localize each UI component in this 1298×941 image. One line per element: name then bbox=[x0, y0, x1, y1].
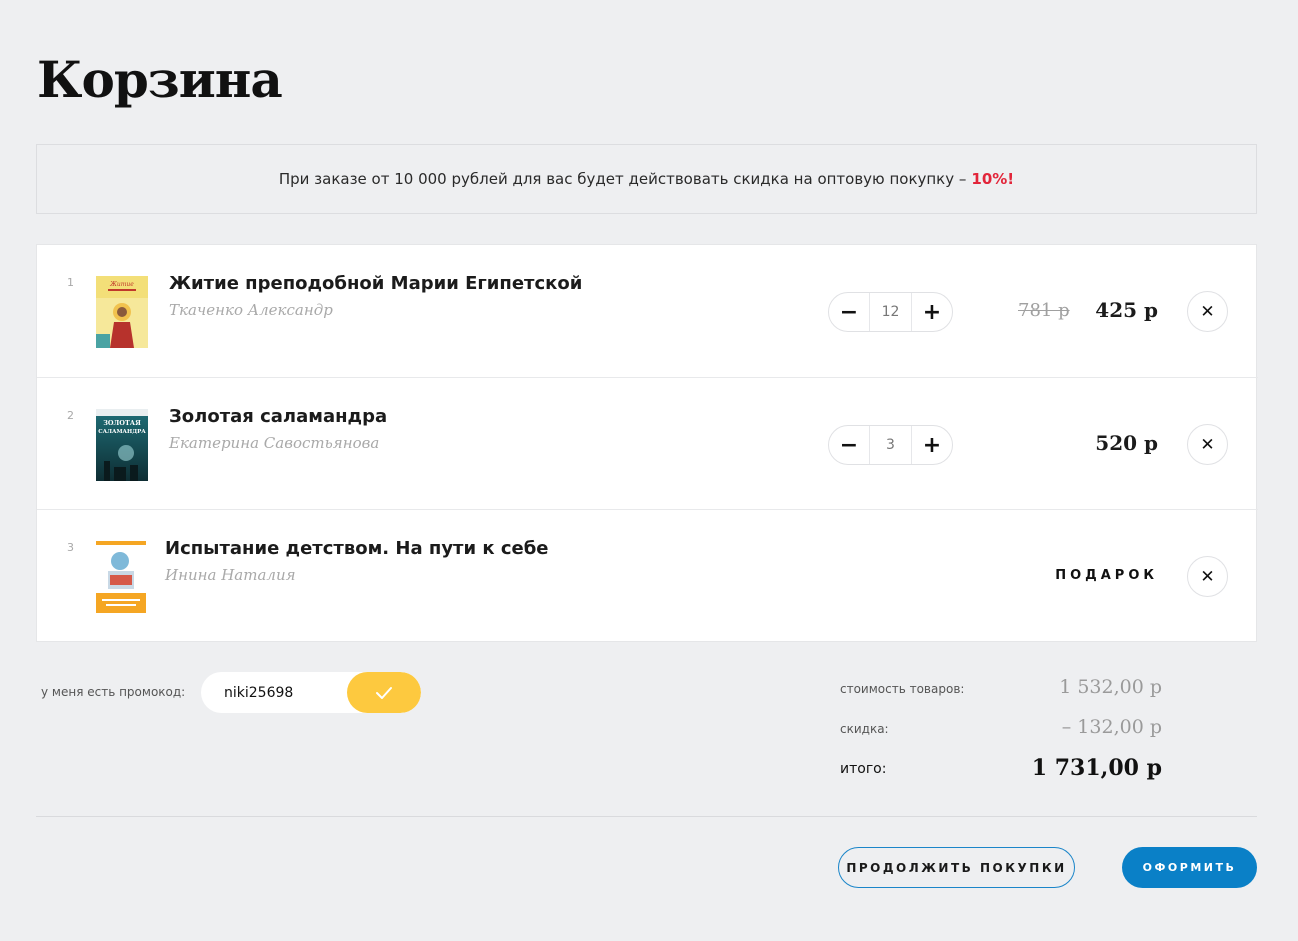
remove-item-button[interactable]: ✕ bbox=[1187, 291, 1228, 332]
item-author: Инина Наталия bbox=[165, 566, 296, 584]
book-cover[interactable]: Житие bbox=[96, 276, 148, 348]
promo-code-field bbox=[201, 672, 421, 713]
close-icon: ✕ bbox=[1200, 434, 1215, 455]
banner-text: При заказе от 10 000 рублей для вас буде… bbox=[278, 170, 967, 188]
subtotal-label: стоимость товаров: bbox=[840, 682, 965, 696]
close-icon: ✕ bbox=[1200, 566, 1215, 587]
item-index: 1 bbox=[67, 276, 74, 289]
quantity-value[interactable]: 3 bbox=[869, 426, 912, 464]
divider bbox=[36, 816, 1257, 817]
item-index: 2 bbox=[67, 409, 74, 422]
subtotal-value: 1 532,00 р bbox=[1059, 676, 1162, 698]
decrease-quantity-button[interactable]: − bbox=[829, 426, 869, 464]
quantity-stepper: − 3 + bbox=[828, 425, 953, 465]
item-title[interactable]: Золотая саламандра bbox=[169, 406, 387, 427]
cart-item: 3 Испытание детством. На пути к себе Ини… bbox=[37, 509, 1258, 641]
page-title: Корзина bbox=[37, 50, 283, 109]
cart-list: 1 Житие Житие преподобной Марии Египетск… bbox=[36, 244, 1258, 642]
total-label: итого: bbox=[840, 761, 887, 777]
apply-promo-button[interactable] bbox=[347, 672, 421, 713]
promo-code-input[interactable] bbox=[201, 672, 351, 713]
quantity-value[interactable]: 12 bbox=[869, 293, 912, 331]
increase-quantity-button[interactable]: + bbox=[912, 426, 952, 464]
increase-quantity-button[interactable]: + bbox=[912, 293, 952, 331]
item-title[interactable]: Житие преподобной Марии Египетской bbox=[169, 273, 582, 294]
continue-shopping-button[interactable]: ПРОДОЛЖИТЬ ПОКУПКИ bbox=[838, 847, 1075, 888]
total-value: 1 731,00 р bbox=[1031, 755, 1162, 781]
item-price: 425 р bbox=[1095, 298, 1158, 322]
banner-discount-value: 10%! bbox=[971, 170, 1015, 188]
discount-banner: При заказе от 10 000 рублей для вас буде… bbox=[36, 144, 1257, 214]
item-author: Екатерина Савостьянова bbox=[169, 434, 380, 452]
svg-text:САЛАМАНДРА: САЛАМАНДРА bbox=[98, 429, 146, 435]
cart-item: 1 Житие Житие преподобной Марии Египетск… bbox=[37, 245, 1258, 377]
item-price: 520 р bbox=[1095, 431, 1158, 455]
decrease-quantity-button[interactable]: − bbox=[829, 293, 869, 331]
old-price: 781 р bbox=[1018, 300, 1070, 321]
cart-item: 2 ЗОЛОТАЯ САЛАМАНДРА Золотая саламандра … bbox=[37, 377, 1258, 509]
promo-label: у меня есть промокод: bbox=[41, 685, 186, 699]
checkmark-icon bbox=[376, 686, 392, 699]
svg-text:Житие: Житие bbox=[109, 281, 134, 288]
item-index: 3 bbox=[67, 541, 74, 554]
close-icon: ✕ bbox=[1200, 301, 1215, 322]
checkout-button[interactable]: ОФОРМИТЬ bbox=[1122, 847, 1257, 888]
remove-item-button[interactable]: ✕ bbox=[1187, 424, 1228, 465]
book-cover[interactable] bbox=[96, 541, 146, 613]
item-title[interactable]: Испытание детством. На пути к себе bbox=[165, 538, 549, 559]
svg-text:ЗОЛОТАЯ: ЗОЛОТАЯ bbox=[103, 419, 141, 427]
remove-item-button[interactable]: ✕ bbox=[1187, 556, 1228, 597]
book-cover[interactable]: ЗОЛОТАЯ САЛАМАНДРА bbox=[96, 409, 148, 481]
quantity-stepper: − 12 + bbox=[828, 292, 953, 332]
discount-label: скидка: bbox=[840, 722, 889, 736]
discount-value: – 132,00 р bbox=[1061, 716, 1162, 738]
item-author: Ткаченко Александр bbox=[169, 301, 333, 319]
gift-label: ПОДАРОК bbox=[1055, 568, 1158, 583]
